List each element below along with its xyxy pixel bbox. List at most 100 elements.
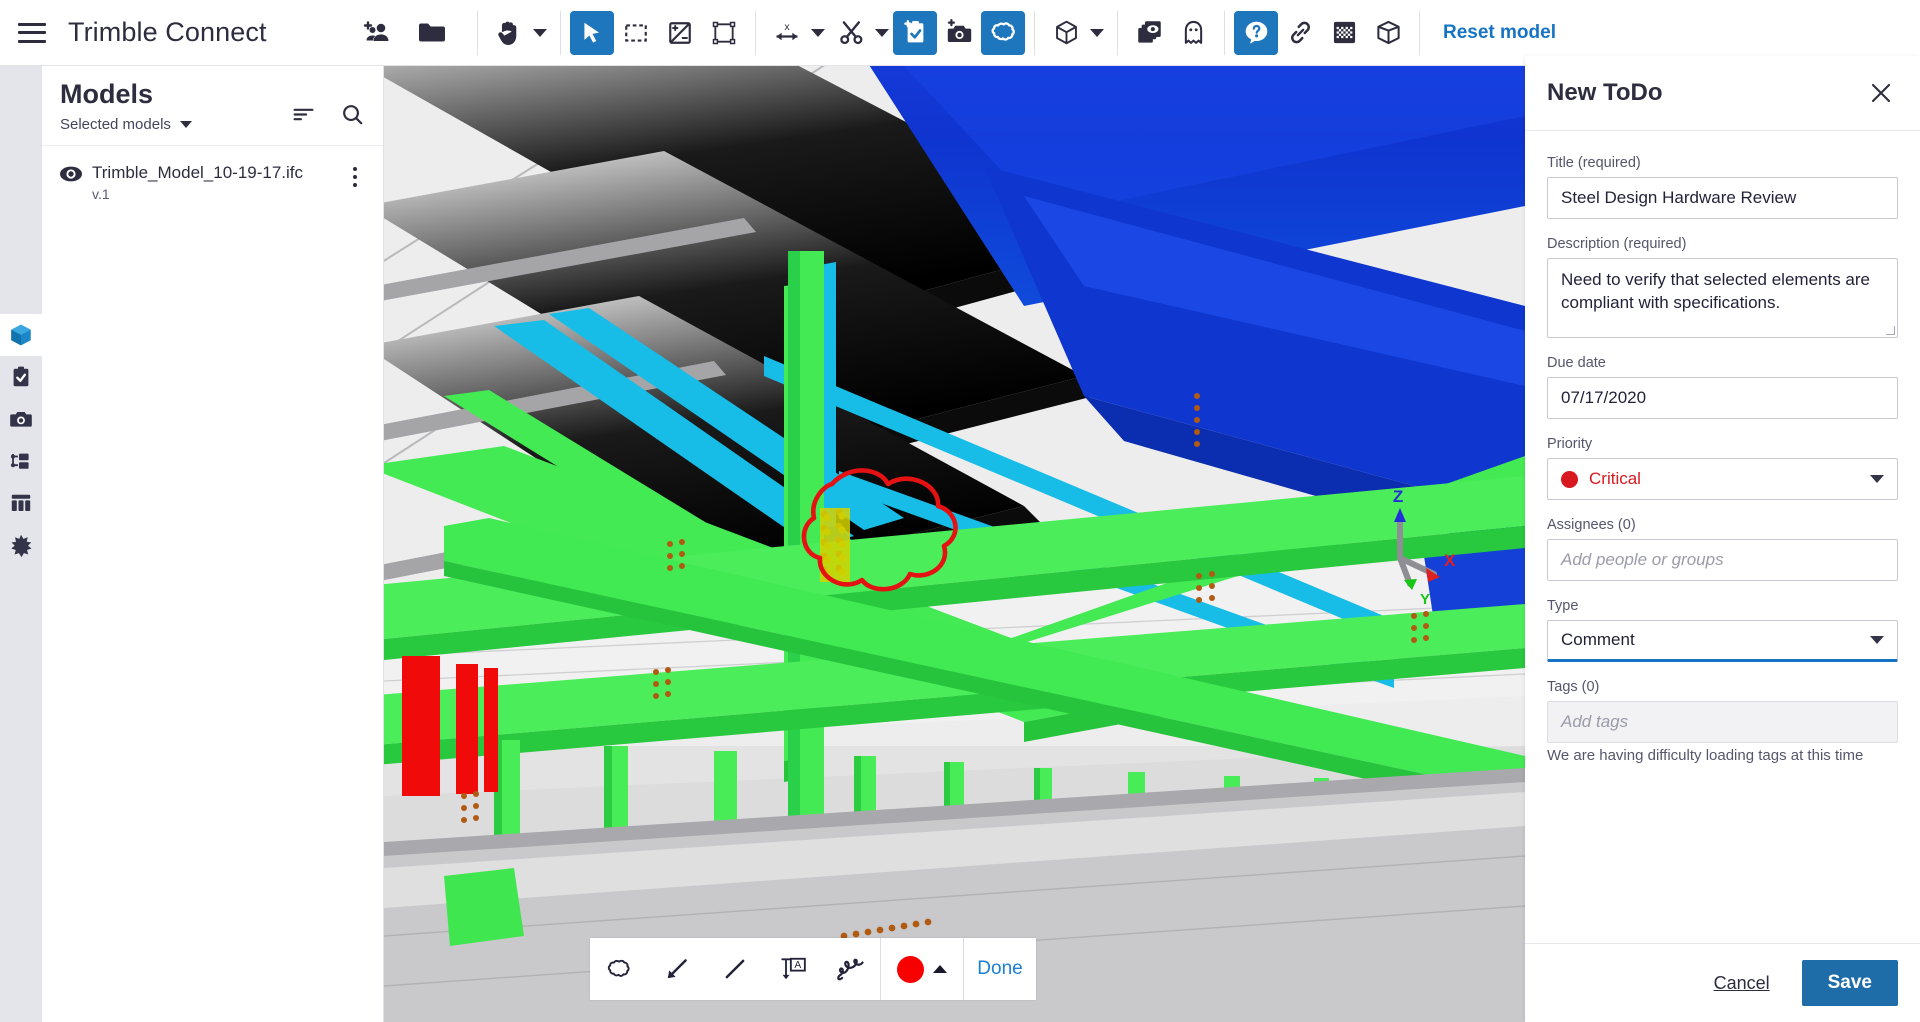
field-assignees: Assignees (0) Add people or groups [1547, 517, 1898, 581]
svg-text:X: X [1444, 551, 1456, 570]
markup-cloud-icon[interactable] [981, 11, 1025, 55]
tags-input[interactable]: Add tags [1547, 701, 1898, 743]
type-label: Type [1547, 598, 1898, 614]
view-cube-icon[interactable] [1044, 11, 1088, 55]
pan-dropdown-caret-icon[interactable] [531, 11, 549, 55]
due-date-label: Due date [1547, 355, 1898, 371]
due-date-input[interactable]: 07/17/2020 [1547, 377, 1898, 419]
color-swatch[interactable] [897, 956, 924, 983]
description-text: Need to verify that selected elements ar… [1561, 270, 1870, 312]
toolbar-divider [755, 11, 756, 55]
sidebar-item-snapshots[interactable] [0, 398, 42, 440]
pan-hand-icon[interactable] [487, 11, 531, 55]
eye-icon[interactable] [58, 162, 92, 189]
sidebar-item-todos[interactable] [0, 356, 42, 398]
line-markup-tool[interactable] [706, 938, 764, 1000]
priority-value: Critical [1589, 469, 1870, 489]
open-box-icon[interactable] [1366, 11, 1410, 55]
annotation-toolbar: A Done [590, 938, 1036, 1000]
arrow-markup-tool[interactable] [648, 938, 706, 1000]
measure-distance-icon[interactable]: x [765, 11, 809, 55]
select-cursor-icon[interactable] [570, 11, 614, 55]
ghost-icon[interactable] [1171, 11, 1215, 55]
sort-icon[interactable] [291, 102, 316, 127]
model-name: Trimble_Model_10-19-17.ifc [92, 162, 343, 183]
section-scissors-icon[interactable] [829, 11, 873, 55]
search-icon[interactable] [340, 102, 365, 127]
text-markup-tool[interactable]: A [764, 938, 822, 1000]
toolbar-divider [1419, 11, 1420, 55]
grid-texture-icon[interactable] [1322, 11, 1366, 55]
toolbar-divider [1224, 11, 1225, 55]
field-due-date: Due date 07/17/2020 [1547, 355, 1898, 419]
list-item[interactable]: Trimble_Model_10-19-17.ifc v.1 [42, 146, 383, 216]
app-title: Trimble Connect [68, 17, 267, 48]
tags-error-note: We are having difficulty loading tags at… [1547, 747, 1898, 764]
selected-models-dropdown[interactable]: Selected models [60, 116, 291, 133]
chevron-down-icon[interactable] [1870, 475, 1884, 483]
title-input[interactable]: Steel Design Hardware Review [1547, 177, 1898, 219]
link-icon[interactable] [1278, 11, 1322, 55]
chevron-up-icon[interactable] [933, 965, 947, 973]
sidebar-item-properties[interactable] [0, 482, 42, 524]
save-button[interactable]: Save [1802, 960, 1898, 1006]
toolbar-divider [477, 11, 478, 55]
hamburger-menu-icon[interactable] [18, 23, 46, 43]
type-select[interactable]: Comment [1547, 620, 1898, 662]
models-panel: Models Selected models Trimble_Model_10-… [42, 66, 384, 1022]
sidebar-item-structure[interactable] [0, 440, 42, 482]
toolbar-divider [1117, 11, 1118, 55]
freehand-markup-tool[interactable] [822, 938, 880, 1000]
field-title: Title (required) Steel Design Hardware R… [1547, 155, 1898, 219]
sidebar-item-clashes[interactable] [0, 524, 42, 566]
priority-select[interactable]: Critical [1547, 458, 1898, 500]
description-input[interactable]: Need to verify that selected elements ar… [1547, 258, 1898, 338]
bounding-box-icon[interactable] [702, 11, 746, 55]
reset-model-button[interactable]: Reset model [1443, 22, 1556, 44]
svg-text:A: A [794, 960, 801, 971]
section-dropdown-caret-icon[interactable] [873, 11, 891, 55]
add-snapshot-camera-icon[interactable] [937, 11, 981, 55]
sidebar-item-models[interactable] [0, 314, 42, 356]
field-type: Type Comment [1547, 598, 1898, 662]
top-toolbar-left: Trimble Connect [0, 0, 468, 66]
measure-dropdown-caret-icon[interactable] [809, 11, 827, 55]
cube-icon [8, 322, 34, 348]
priority-label: Priority [1547, 436, 1898, 452]
view-dropdown-caret-icon[interactable] [1088, 11, 1106, 55]
tree-folders-icon [9, 449, 33, 473]
visibility-layers-icon[interactable] [1127, 11, 1171, 55]
field-tags: Tags (0) Add tags We are having difficul… [1547, 679, 1898, 764]
add-todo-icon[interactable] [893, 11, 937, 55]
model-render: Z X Y [384, 56, 1525, 1022]
page-title: Models [60, 80, 291, 110]
help-icon[interactable] [1234, 11, 1278, 55]
assignees-label: Assignees (0) [1547, 517, 1898, 533]
models-panel-header: Models Selected models [42, 66, 383, 146]
marquee-select-icon[interactable] [614, 11, 658, 55]
tags-placeholder: Add tags [1561, 712, 1628, 732]
close-icon[interactable] [1868, 80, 1894, 106]
add-people-icon[interactable] [362, 21, 392, 45]
markup-done-button[interactable]: Done [964, 958, 1036, 980]
priority-color-dot [1561, 471, 1578, 488]
new-todo-panel: New ToDo Title (required) Steel Design H… [1525, 56, 1920, 1022]
panel-title: New ToDo [1547, 79, 1868, 107]
new-todo-form: Title (required) Steel Design Hardware R… [1525, 131, 1920, 943]
cancel-button[interactable]: Cancel [1704, 967, 1780, 1000]
svg-text:x: x [784, 21, 790, 33]
field-description: Description (required) Need to verify th… [1547, 236, 1898, 338]
model-viewport-3d[interactable]: Z X Y [384, 56, 1525, 1022]
markup-color-picker[interactable] [881, 938, 963, 1000]
cloud-markup-tool[interactable] [590, 938, 648, 1000]
folder-icon[interactable] [418, 21, 446, 44]
exposure-icon[interactable] [658, 11, 702, 55]
svg-text:Y: Y [1420, 591, 1430, 608]
toolbar-divider [1034, 11, 1035, 55]
resize-handle-icon[interactable] [1886, 326, 1895, 335]
assignees-input[interactable]: Add people or groups [1547, 539, 1898, 581]
camera-icon [9, 407, 33, 431]
more-vertical-icon[interactable] [343, 162, 367, 187]
selected-models-label: Selected models [60, 116, 171, 133]
chevron-down-icon[interactable] [1870, 636, 1884, 644]
